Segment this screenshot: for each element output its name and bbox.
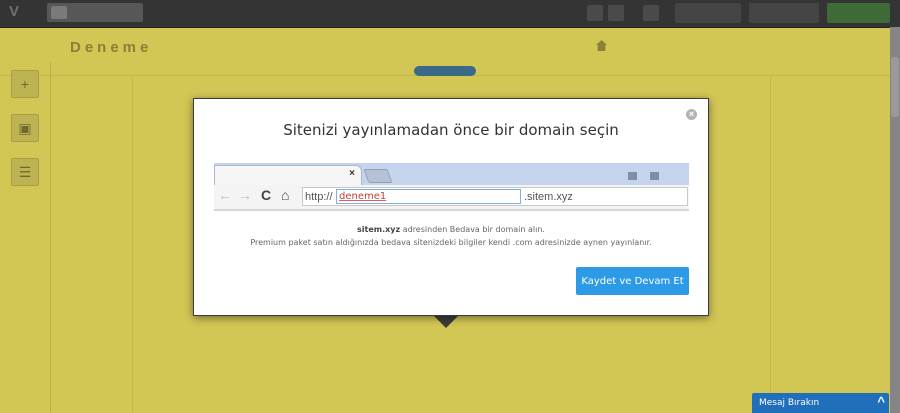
chat-label: Mesaj Bırakın: [759, 398, 820, 408]
close-icon[interactable]: ×: [686, 109, 697, 120]
editor-topbar: V: [0, 0, 900, 28]
settings-icon[interactable]: [643, 5, 659, 21]
url-suffix: .sitem.xyz: [524, 191, 573, 203]
info-domain: sitem.xyz: [357, 225, 401, 234]
guide-line: [132, 75, 133, 413]
domain-input[interactable]: [336, 189, 521, 204]
info-line2: Premium paket satın aldığınızda bedava s…: [250, 238, 652, 247]
home-icon[interactable]: [596, 40, 607, 51]
mobile-icon[interactable]: [608, 5, 624, 21]
browser-tab: ×: [214, 165, 362, 185]
add-icon[interactable]: +: [11, 70, 39, 98]
pages-icon[interactable]: ☰: [11, 158, 39, 186]
chat-widget[interactable]: Mesaj Bırakın ^: [752, 393, 889, 413]
logo-icon: V: [9, 3, 20, 20]
lock-icon: [650, 172, 659, 180]
back-arrow-icon: ←: [218, 187, 232, 203]
guide-line: [770, 75, 771, 413]
save-continue-button[interactable]: Kaydet ve Devam Et: [576, 267, 689, 295]
chevron-up-icon[interactable]: ^: [877, 394, 885, 409]
site-brand: Deneme: [70, 39, 153, 56]
bookmark-icon: [628, 172, 637, 180]
browser-tabstrip: ×: [214, 163, 689, 185]
publish-button[interactable]: [827, 3, 890, 23]
tab-close-icon: ×: [349, 168, 355, 179]
domain-modal: × Sitenizi yayınlamadan önce bir domain …: [193, 98, 709, 316]
preview-button[interactable]: [675, 3, 741, 23]
home-icon: ⌂: [281, 187, 290, 203]
device-icon[interactable]: [587, 5, 603, 21]
modal-title: Sitenizi yayınlamadan önce bir domain se…: [283, 121, 619, 139]
info-text: sitem.xyz adresinden Bedava bir domain a…: [194, 223, 708, 249]
site-tag-icon: [51, 6, 67, 19]
browser-mockup: × ← → C ⌂ http:// .sitem.xyz: [214, 163, 689, 211]
browser-toolbar: ← → C ⌂ http:// .sitem.xyz: [214, 185, 689, 211]
info-line1: adresinden Bedava bir domain alın.: [400, 225, 545, 234]
site-selector[interactable]: [47, 3, 143, 22]
scrollbar-thumb[interactable]: [891, 57, 899, 117]
page-scrollbar[interactable]: [890, 27, 900, 413]
url-bar: http:// .sitem.xyz: [302, 187, 688, 206]
left-toolbar: + ▣ ☰: [0, 62, 51, 413]
layers-icon[interactable]: ▣: [11, 114, 39, 142]
save-draft-button[interactable]: [749, 3, 819, 23]
reload-icon: C: [261, 187, 272, 203]
section-handle[interactable]: [414, 66, 476, 76]
forward-arrow-icon: →: [238, 187, 252, 203]
new-tab-icon: [363, 169, 393, 183]
url-prefix: http://: [305, 191, 333, 203]
